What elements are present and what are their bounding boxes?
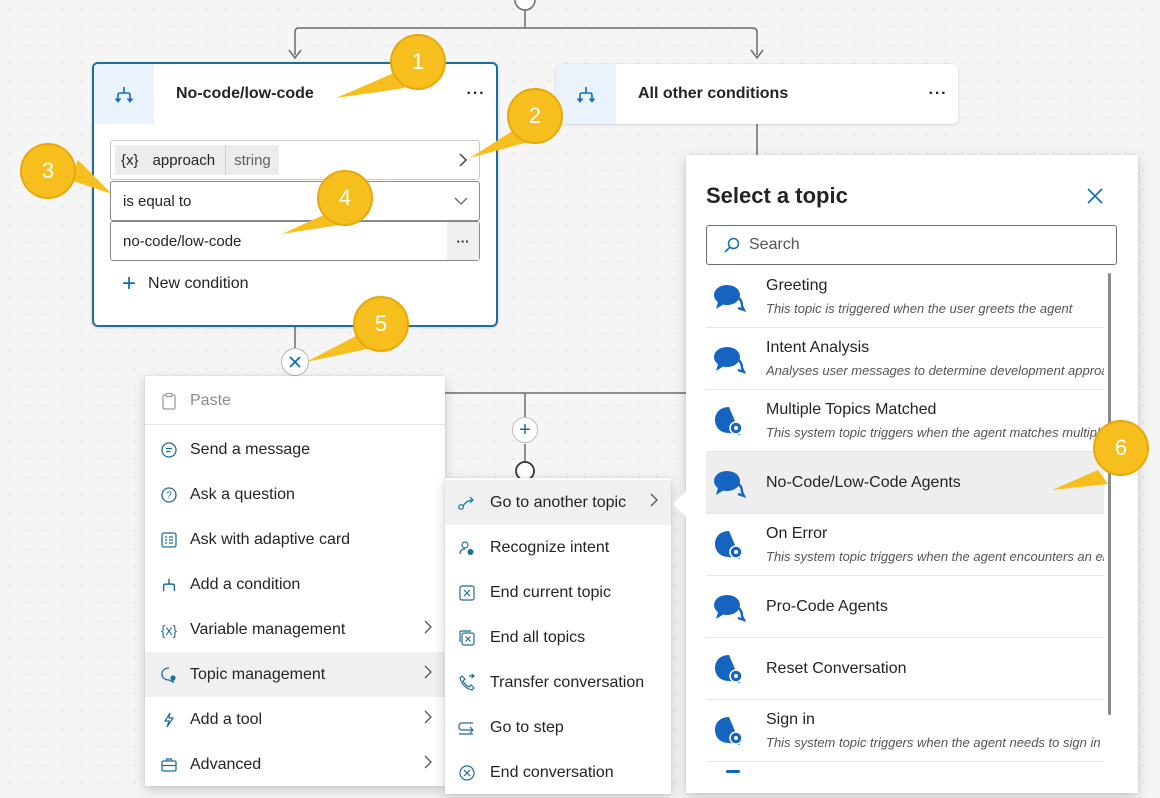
callout-badge: 3	[20, 143, 76, 199]
callout-badge: 2	[507, 88, 563, 144]
callout-badge: 1	[390, 34, 446, 90]
callout-badge: 5	[353, 296, 409, 352]
callout-badge: 4	[317, 170, 373, 226]
callout-badge: 6	[1093, 420, 1149, 476]
callout-pointers	[70, 72, 1108, 490]
